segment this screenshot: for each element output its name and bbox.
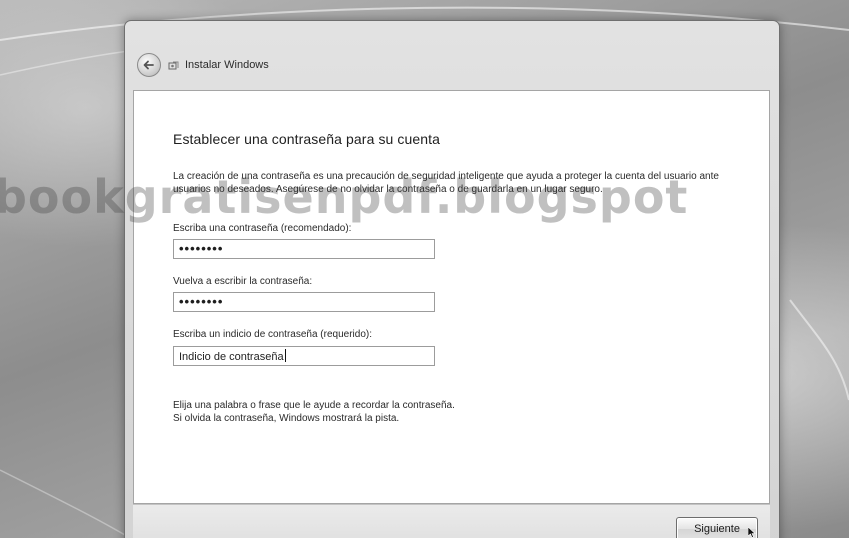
password-field[interactable]: •••••••• bbox=[173, 239, 435, 259]
setup-window: Instalar Windows Establecer una contrase… bbox=[124, 20, 780, 538]
help-text-line: Si olvida la contraseña, Windows mostrar… bbox=[173, 413, 400, 424]
confirm-password-field[interactable]: •••••••• bbox=[173, 292, 435, 312]
help-text-line: Elija una palabra o frase que le ayude a… bbox=[173, 400, 455, 411]
back-button[interactable] bbox=[137, 53, 161, 77]
window-title: Instalar Windows bbox=[185, 59, 269, 71]
password-hint-label: Escriba un indicio de contraseña (requer… bbox=[173, 329, 372, 340]
mouse-pointer-icon bbox=[748, 527, 756, 538]
windows-setup-icon bbox=[168, 61, 179, 70]
content-panel: Establecer una contraseña para su cuenta… bbox=[133, 90, 770, 504]
page-title: Establecer una contraseña para su cuenta bbox=[173, 131, 441, 147]
back-arrow-icon bbox=[143, 60, 154, 70]
window-titlebar: Instalar Windows bbox=[125, 21, 779, 91]
password-hint-field[interactable]: Indicio de contraseña bbox=[173, 346, 435, 366]
password-hint-value: Indicio de contraseña bbox=[179, 351, 284, 363]
password-label: Escriba una contraseña (recomendado): bbox=[173, 223, 352, 234]
intro-text: La creación de una contraseña es una pre… bbox=[173, 171, 719, 195]
button-bar: Siguiente bbox=[133, 504, 770, 538]
confirm-password-label: Vuelva a escribir la contraseña: bbox=[173, 276, 313, 287]
next-button[interactable]: Siguiente bbox=[676, 517, 758, 538]
text-caret bbox=[284, 349, 286, 362]
help-text: Elija una palabra o frase que le ayude a… bbox=[173, 399, 733, 425]
